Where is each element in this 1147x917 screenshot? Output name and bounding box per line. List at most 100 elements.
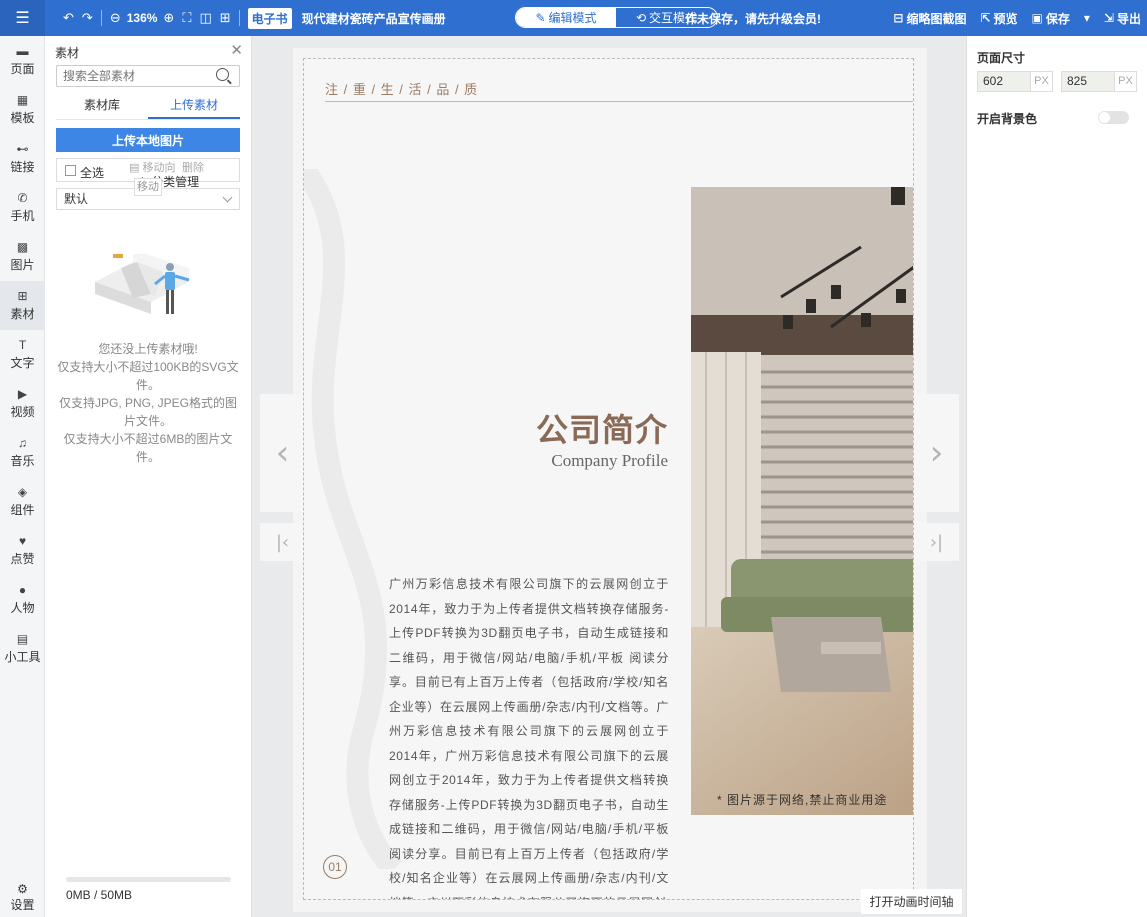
left-nav: ▬ 页面 ▦ 模板 ⊷ 链接 ✆ 手机 ▩ 图片 ⊞ 素材 T 文字 ▶ 视频 ♫ 音乐 ◈ 组件 ♥ 点赞 ● 人物 ▤ 小工具… [0, 36, 45, 917]
photo-caption[interactable]: * 图片源于网络,禁止商业用途 [717, 791, 887, 808]
nav-item-component[interactable]: ◈ 组件 [0, 477, 45, 526]
toolbox-icon: ▤ [16, 632, 29, 646]
nav-item-label: 视频 [10, 405, 35, 419]
search-icon[interactable] [216, 68, 229, 81]
image-icon: ▩ [16, 240, 29, 254]
material-icon: ⊞ [17, 289, 28, 303]
first-page-icon[interactable]: |‹ [260, 523, 305, 561]
nav-item-label: 点赞 [10, 552, 35, 566]
text-icon: T [18, 338, 27, 352]
nav-item-template[interactable]: ▦ 模板 [0, 85, 45, 134]
canvas-area[interactable]: ‹ |‹ › ›| 注 / 重 / 生 / 活 / 品 / 质 * 图片源于网络… [252, 36, 966, 917]
page-width-input[interactable]: 602 PX [977, 71, 1053, 92]
interact-icon: ⟲ [635, 10, 647, 25]
select-all-label[interactable]: 全选 [80, 164, 104, 181]
nav-item-label: 人物 [10, 601, 35, 615]
export-icon: ⇲ [1103, 11, 1114, 25]
next-page-arrow-icon[interactable]: › [914, 394, 959, 512]
nav-item-heart[interactable]: ♥ 点赞 [0, 526, 45, 575]
upload-local-image-button[interactable]: 上传本地图片 [56, 128, 240, 152]
zoom-in-icon[interactable]: ⊕ [159, 0, 178, 36]
link-icon: ⊷ [16, 142, 29, 156]
zoom-out-icon[interactable]: ⊖ [106, 0, 125, 36]
nav-item-label: 音乐 [10, 454, 35, 468]
empty-state-illustration [95, 254, 190, 314]
edit-mode-label: 编辑模式 [548, 11, 597, 25]
redo-icon[interactable]: ↷ [78, 0, 97, 36]
storage-quota-bar [66, 877, 231, 882]
open-timeline-button[interactable]: 打开动画时间轴 [861, 889, 962, 914]
nav-item-link[interactable]: ⊷ 链接 [0, 134, 45, 183]
edit-icon: ✎ [535, 10, 546, 25]
page-slogan[interactable]: 注 / 重 / 生 / 活 / 品 / 质 [325, 79, 478, 98]
page-size-label: 页面尺寸 [977, 51, 1026, 65]
nav-item-text[interactable]: T 文字 [0, 330, 45, 379]
gear-icon: ⚙ [17, 881, 28, 896]
nav-settings[interactable]: ⚙ 设置 [0, 877, 45, 917]
undo-icon[interactable]: ↶ [59, 0, 78, 36]
document-title[interactable]: 现代建材瓷砖产品宣传画册 [302, 10, 446, 27]
page-number[interactable]: 01 [323, 855, 347, 879]
tab-library[interactable]: 素材库 [56, 94, 148, 119]
thumbnail-icon: ⊟ [893, 11, 904, 25]
thumbnail-button[interactable]: ⊟ 缩略图截图 [893, 0, 966, 36]
unsaved-notice: 作未保存，请先升级会员! [685, 12, 821, 26]
nav-item-label: 手机 [10, 209, 35, 223]
empty-state-line: 您还没上传素材哦! [98, 342, 198, 356]
layout-icon[interactable]: ◫ [195, 0, 215, 36]
nav-item-label: 文字 [10, 356, 35, 370]
nav-item-person[interactable]: ● 人物 [0, 575, 45, 624]
page-icon: ▬ [16, 44, 29, 58]
top-toolbar: ☰ ↶ ↷ ⊖ 136% ⊕ ⛶ ◫ ⊞ 电子书 现代建材瓷砖产品宣传画册 ✎ 编… [0, 0, 1147, 36]
edit-mode-tab[interactable]: ✎ 编辑模式 [516, 8, 616, 27]
tab-upload[interactable]: 上传素材 [148, 94, 240, 119]
prev-page-arrow-icon[interactable]: ‹ [260, 394, 305, 512]
close-icon[interactable]: ✕ [230, 41, 243, 59]
storage-quota-text: 0MB / 50MB [66, 888, 133, 902]
width-unit: PX [1030, 72, 1052, 91]
title-chinese[interactable]: 公司简介 [528, 405, 668, 451]
fullscreen-icon[interactable]: ⛶ [178, 0, 195, 36]
material-panel: 素材 ✕ 素材库 上传素材 上传本地图片 全选 ▤ 移动向 删除 ⚙ 分类管理 … [45, 36, 252, 917]
select-all-checkbox[interactable] [65, 165, 76, 176]
search-input[interactable] [56, 65, 240, 87]
nav-item-label: 模板 [10, 111, 35, 125]
nav-item-music[interactable]: ♫ 音乐 [0, 428, 45, 477]
page-height-input[interactable]: 825 PX [1061, 71, 1137, 92]
panel-title: 素材 [55, 46, 80, 60]
empty-state-line: 仅支持JPG, PNG, JPEG格式的图片文件。 [58, 396, 238, 428]
background-color-label: 开启背景色 [977, 112, 1038, 126]
screenshot-icon[interactable]: ⊞ [216, 0, 235, 36]
video-icon: ▶ [17, 387, 28, 401]
height-unit: PX [1114, 72, 1136, 91]
company-description[interactable]: 广州万彩信息技术有限公司旗下的云展网创立于2014年，致力于为上传者提供文档转换… [389, 572, 669, 899]
export-button[interactable]: ⇲ 导出 [1104, 0, 1141, 36]
category-select-value: 默认 [64, 192, 89, 206]
phone-icon: ✆ [17, 191, 28, 205]
nav-item-page[interactable]: ▬ 页面 [0, 36, 45, 85]
nav-item-toolbox[interactable]: ▤ 小工具 [0, 624, 45, 673]
preview-icon: ⇱ [980, 11, 991, 25]
export-label: 导出 [1116, 11, 1141, 26]
nav-item-phone[interactable]: ✆ 手机 [0, 183, 45, 232]
nav-item-video[interactable]: ▶ 视频 [0, 379, 45, 428]
title-english[interactable]: Company Profile [508, 451, 668, 471]
empty-state-text: 您还没上传素材哦! 仅支持大小不超过100KB的SVG文件。 仅支持JPG, PNG… [56, 340, 240, 466]
page-width-value: 602 [983, 74, 1004, 88]
save-button[interactable]: ▣ 保存 [1032, 0, 1070, 36]
ebook-page[interactable]: 注 / 重 / 生 / 活 / 品 / 质 * 图片源于网络,禁止商业用途 公司… [303, 58, 914, 900]
background-color-toggle[interactable] [1098, 111, 1129, 124]
last-page-icon[interactable]: ›| [914, 523, 959, 561]
material-tabs: 素材库 上传素材 [56, 94, 240, 120]
interior-photo[interactable] [691, 187, 914, 815]
template-icon: ▦ [16, 93, 29, 107]
preview-button[interactable]: ⇱ 预览 [980, 0, 1017, 36]
empty-state-line: 仅支持大小不超过100KB的SVG文件。 [57, 360, 239, 392]
nav-item-label: 图片 [10, 258, 35, 272]
nav-item-image[interactable]: ▩ 图片 [0, 232, 45, 281]
nav-item-material[interactable]: ⊞ 素材 [0, 281, 45, 330]
nav-item-label: 小工具 [4, 650, 41, 664]
properties-panel: 页面尺寸 602 PX 825 PX 开启背景色 [966, 36, 1147, 917]
save-dropdown-icon[interactable]: ▾ [1084, 0, 1090, 36]
menu-icon[interactable]: ☰ [0, 0, 45, 36]
